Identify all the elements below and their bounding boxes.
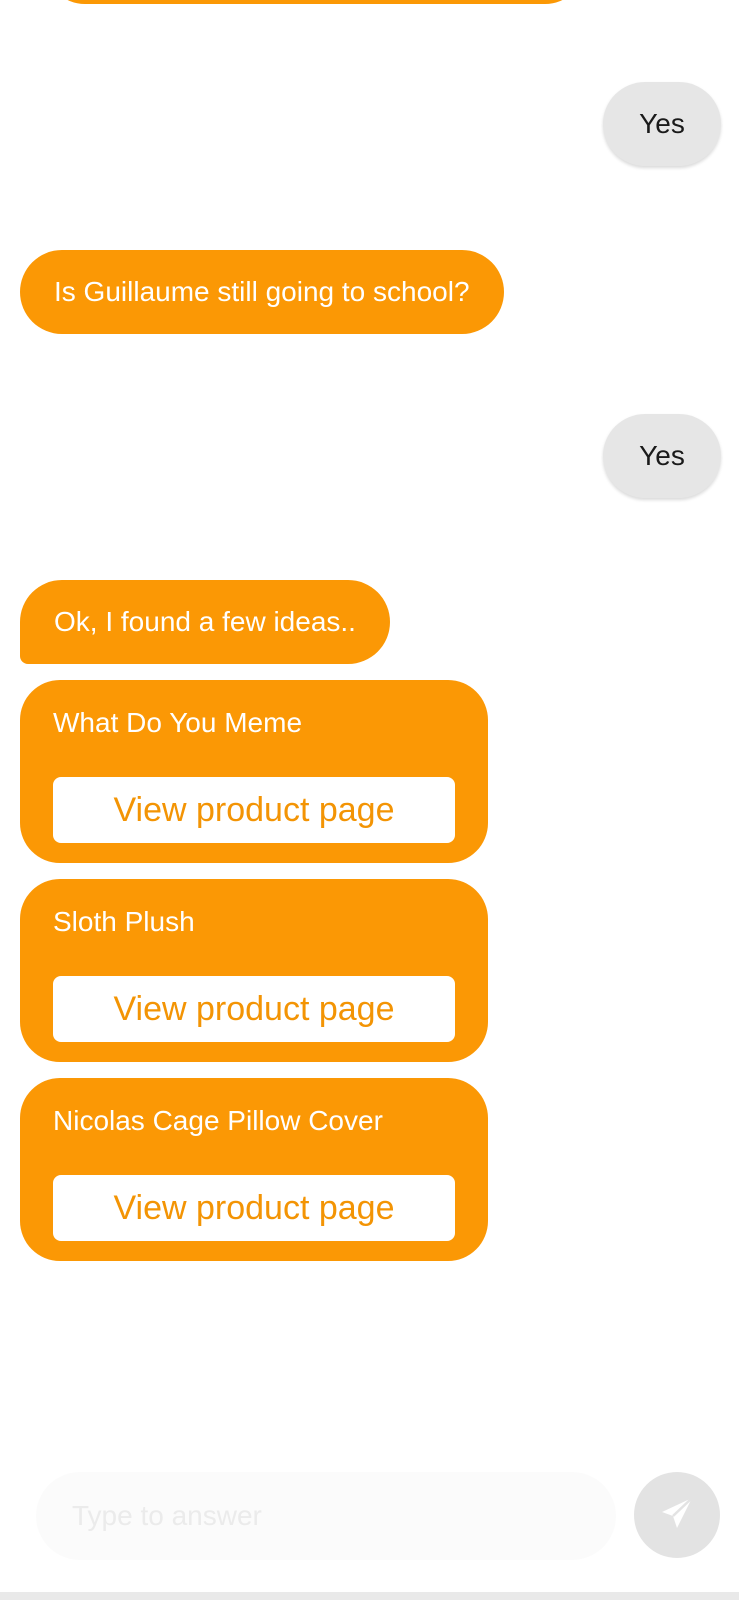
answer-composer: [36, 1472, 616, 1560]
view-product-page-button[interactable]: View product page: [53, 777, 455, 843]
product-title: Sloth Plush: [53, 906, 195, 937]
user-reply-text: Yes: [639, 440, 685, 471]
bot-question-text: Is Guillaume still going to school?: [54, 276, 470, 307]
bot-question-bubble: Is Guillaume still going to school?: [20, 250, 504, 334]
product-card: Sloth Plush View product page: [20, 879, 488, 1062]
view-product-page-button[interactable]: View product page: [53, 1175, 455, 1241]
system-navigation-bar: [0, 1592, 739, 1600]
user-reply-bubble: Yes: [603, 82, 721, 166]
previous-message-bubble: [45, 0, 585, 4]
paper-plane-icon: [657, 1493, 697, 1538]
user-reply-bubble: Yes: [603, 414, 721, 498]
user-reply-text: Yes: [639, 108, 685, 139]
answer-input[interactable]: [70, 1499, 582, 1533]
product-title: Nicolas Cage Pillow Cover: [53, 1105, 383, 1136]
view-product-page-button[interactable]: View product page: [53, 976, 455, 1042]
send-button[interactable]: [634, 1472, 720, 1558]
product-card: Nicolas Cage Pillow Cover View product p…: [20, 1078, 488, 1261]
product-card: What Do You Meme View product page: [20, 680, 488, 863]
bot-result-intro-bubble: Ok, I found a few ideas..: [20, 580, 390, 664]
product-title: What Do You Meme: [53, 707, 303, 738]
bot-result-intro-text: Ok, I found a few ideas..: [54, 606, 356, 637]
